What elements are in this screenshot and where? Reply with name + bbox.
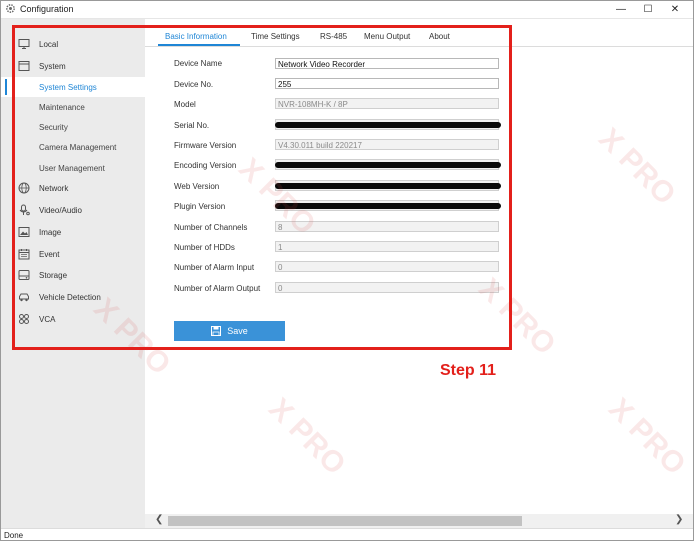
- channels-label: Number of Channels: [174, 223, 248, 232]
- sidebar-item-label: Local: [39, 40, 59, 49]
- scroll-right-icon[interactable]: ❯: [675, 514, 683, 525]
- alarm-output-label: Number of Alarm Output: [174, 284, 261, 293]
- alarm-output-field: 0: [275, 282, 499, 293]
- gear-icon: [6, 4, 15, 13]
- save-button[interactable]: Save: [174, 321, 285, 341]
- scroll-left-icon[interactable]: ❮: [155, 514, 163, 525]
- sidebar-item-label: System Settings: [39, 83, 97, 92]
- sidebar-item-label: System: [39, 62, 66, 71]
- sidebar-item-label: VCA: [39, 315, 56, 324]
- save-button-label: Save: [227, 326, 248, 336]
- vehicle-icon: [19, 293, 29, 302]
- sidebar-item-network[interactable]: Network: [0, 178, 145, 198]
- sidebar-item-storage[interactable]: Storage: [0, 265, 145, 285]
- channels-field: 8: [275, 221, 499, 232]
- step-label: Step 11: [440, 362, 497, 379]
- model-label: Model: [174, 100, 196, 109]
- active-tab-indicator: [158, 44, 240, 46]
- horizontal-scrollbar[interactable]: ❮ ❯: [145, 514, 694, 528]
- device-name-field[interactable]: Network Video Recorder: [275, 58, 499, 69]
- sidebar-item-security[interactable]: Security: [0, 117, 145, 137]
- alarm-input-field: 0: [275, 261, 499, 272]
- window-title: Configuration: [20, 4, 74, 14]
- web-version-label: Web Version: [174, 182, 220, 191]
- sidebar-item-label: Camera Management: [39, 143, 117, 152]
- sidebar-item-camera-management[interactable]: Camera Management: [0, 137, 145, 157]
- sidebar-item-event[interactable]: Event: [0, 244, 145, 264]
- vca-icon: [19, 314, 29, 324]
- sidebar-item-user-management[interactable]: User Management: [0, 158, 145, 178]
- storage-icon: [18, 270, 30, 280]
- hdds-label: Number of HDDs: [174, 243, 235, 252]
- globe-icon: [18, 182, 30, 194]
- model-field: NVR-108MH-K / 8P: [275, 98, 499, 109]
- device-no-field[interactable]: 255: [275, 78, 499, 89]
- maximize-button[interactable]: ☐: [635, 0, 661, 18]
- serial-no-label: Serial No.: [174, 121, 210, 130]
- monitor-icon: [18, 39, 30, 49]
- status-bar: Done: [0, 528, 694, 542]
- status-text: Done: [4, 531, 24, 540]
- firmware-version-label: Firmware Version: [174, 141, 237, 150]
- floppy-disk-icon: [211, 326, 222, 336]
- sidebar-item-label: Security: [39, 123, 68, 132]
- sidebar-item-label: Vehicle Detection: [39, 293, 101, 302]
- sidebar-item-label: Video/Audio: [39, 206, 82, 215]
- calendar-icon: [18, 249, 30, 260]
- device-name-label: Device Name: [174, 59, 223, 68]
- encoding-version-label: Encoding Version: [174, 161, 237, 170]
- sidebar-item-video-audio[interactable]: Video/Audio: [0, 200, 145, 220]
- sidebar-item-vehicle-detection[interactable]: Vehicle Detection: [0, 287, 145, 307]
- minimize-button[interactable]: —: [608, 0, 634, 18]
- tab-rs-485[interactable]: RS-485: [320, 32, 347, 41]
- main-panel: Basic Information Time Settings RS-485 M…: [145, 19, 694, 533]
- alarm-input-label: Number of Alarm Input: [174, 263, 255, 272]
- sidebar-item-system-settings[interactable]: System Settings: [0, 77, 145, 97]
- sidebar-item-label: User Management: [39, 164, 105, 173]
- redaction-mark: [275, 162, 501, 168]
- sidebar-item-label: Network: [39, 184, 69, 193]
- image-icon: [18, 227, 30, 237]
- redaction-mark: [275, 203, 501, 209]
- system-icon: [18, 61, 30, 71]
- redaction-mark: [275, 183, 501, 189]
- sidebar-item-local[interactable]: Local: [0, 34, 145, 54]
- microphone-icon: [19, 204, 30, 216]
- sidebar-item-label: Event: [39, 250, 60, 259]
- close-button[interactable]: ✕: [662, 0, 688, 18]
- plugin-version-label: Plugin Version: [174, 202, 226, 211]
- tab-about[interactable]: About: [429, 32, 450, 41]
- sidebar: Local System System Settings Maintenance…: [0, 19, 145, 533]
- firmware-version-field: V4.30.011 build 220217: [275, 139, 499, 150]
- sidebar-item-label: Storage: [39, 271, 68, 280]
- hdds-field: 1: [275, 241, 499, 252]
- title-bar: Configuration — ☐ ✕: [0, 0, 694, 19]
- sidebar-item-maintenance[interactable]: Maintenance: [0, 97, 145, 117]
- sidebar-item-label: Maintenance: [39, 103, 85, 112]
- sidebar-item-system[interactable]: System: [0, 56, 145, 76]
- sidebar-item-label: Image: [39, 228, 62, 237]
- tab-time-settings[interactable]: Time Settings: [251, 32, 300, 41]
- sidebar-item-vca[interactable]: VCA: [0, 309, 145, 329]
- sidebar-item-image[interactable]: Image: [0, 222, 145, 242]
- device-no-label: Device No.: [174, 80, 214, 89]
- scrollbar-thumb[interactable]: [168, 516, 522, 526]
- tab-menu-output[interactable]: Menu Output: [364, 32, 410, 41]
- redaction-mark: [275, 122, 501, 128]
- tab-basic-information[interactable]: Basic Information: [165, 32, 227, 41]
- tab-bar: Basic Information Time Settings RS-485 M…: [145, 19, 694, 47]
